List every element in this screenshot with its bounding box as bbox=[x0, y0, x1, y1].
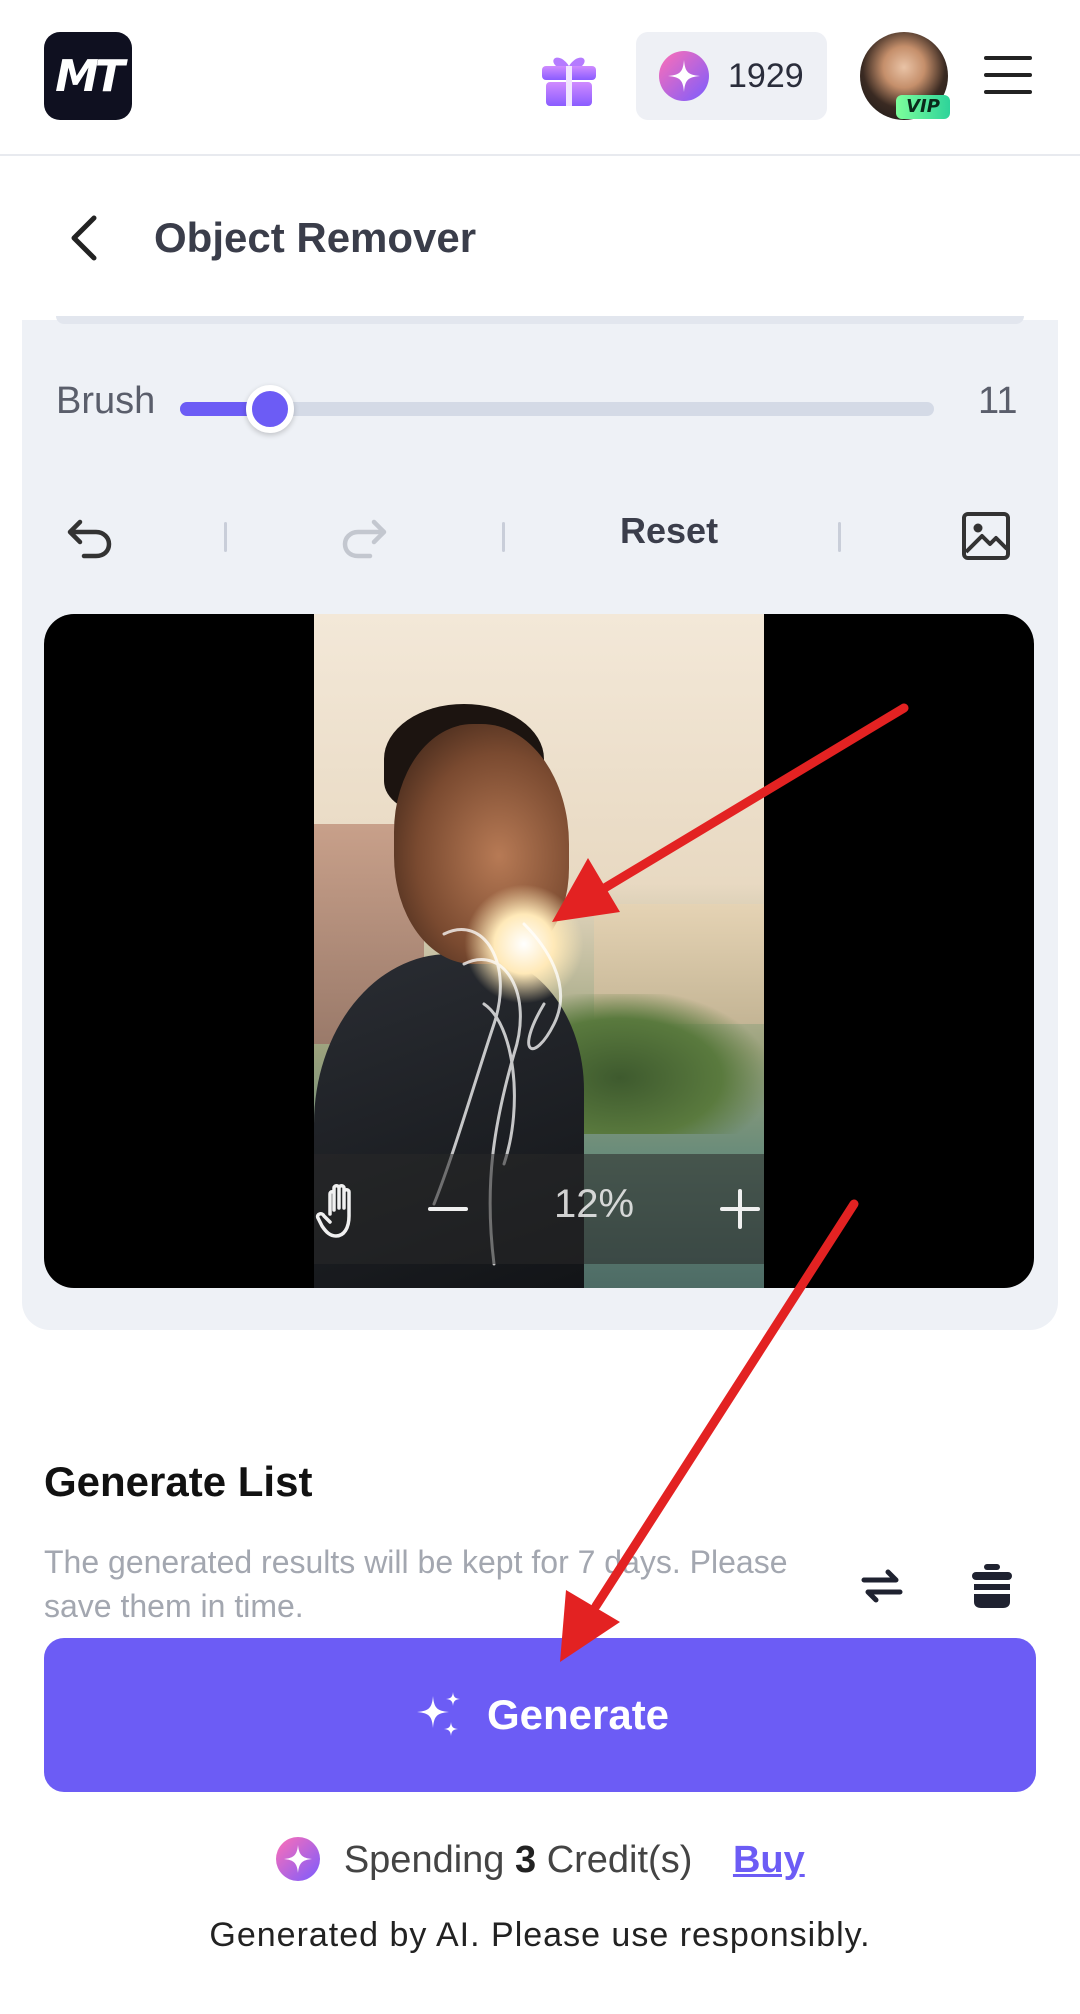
app-logo[interactable]: MT bbox=[44, 32, 132, 120]
gift-icon[interactable] bbox=[536, 44, 602, 110]
generate-list-title: Generate List bbox=[44, 1458, 313, 1505]
refresh-icon[interactable] bbox=[856, 1560, 908, 1612]
ai-disclaimer: Generated by AI. Please use responsibly. bbox=[209, 1916, 871, 1954]
top-bar: MT 1929 VIP bbox=[0, 0, 1080, 156]
zoom-in-icon[interactable] bbox=[718, 1184, 762, 1234]
spending-info: Spending 3 Credit(s) Buy bbox=[0, 1836, 1080, 1882]
panel-edge bbox=[56, 316, 1024, 324]
brush-label: Brush bbox=[56, 380, 156, 422]
reset-button[interactable]: Reset bbox=[620, 510, 718, 552]
zoom-controls: 12% bbox=[314, 1154, 764, 1264]
hand-pan-icon[interactable] bbox=[314, 1180, 370, 1240]
toolbar-divider bbox=[224, 522, 227, 552]
page-title: Object Remover bbox=[154, 214, 477, 261]
zoom-percentage: 12% bbox=[554, 1182, 635, 1226]
credits-badge[interactable]: 1929 bbox=[636, 32, 827, 120]
credit-coin-icon bbox=[276, 1837, 321, 1881]
generate-list-description: The generated results will be kept for 7… bbox=[44, 1544, 788, 1624]
zoom-out-icon[interactable] bbox=[426, 1184, 470, 1234]
buy-link[interactable]: Buy bbox=[733, 1839, 805, 1881]
brush-value: 11 bbox=[978, 380, 1018, 422]
image-icon[interactable] bbox=[958, 508, 1014, 564]
toolbar-divider bbox=[838, 522, 841, 552]
credits-count: 1929 bbox=[728, 56, 804, 95]
spending-prefix: Spending bbox=[343, 1839, 505, 1881]
edit-toolbar: Reset bbox=[22, 500, 1058, 570]
clear-trash-icon[interactable] bbox=[966, 1560, 1018, 1612]
toolbar-divider bbox=[502, 522, 505, 552]
image-canvas[interactable]: 12% bbox=[44, 614, 1034, 1288]
generate-button[interactable]: Generate bbox=[44, 1638, 1036, 1792]
spark-icon bbox=[659, 51, 709, 101]
generate-button-label: Generate bbox=[486, 1691, 670, 1738]
undo-icon[interactable] bbox=[62, 508, 118, 564]
menu-icon[interactable] bbox=[982, 50, 1034, 100]
redo-icon[interactable] bbox=[336, 508, 392, 564]
spending-amount: 3 bbox=[514, 1839, 537, 1881]
spending-suffix: Credit(s) bbox=[546, 1839, 693, 1881]
sparkles-icon bbox=[416, 1692, 460, 1736]
vip-badge: VIP bbox=[896, 95, 950, 119]
back-arrow-icon[interactable] bbox=[60, 210, 110, 266]
